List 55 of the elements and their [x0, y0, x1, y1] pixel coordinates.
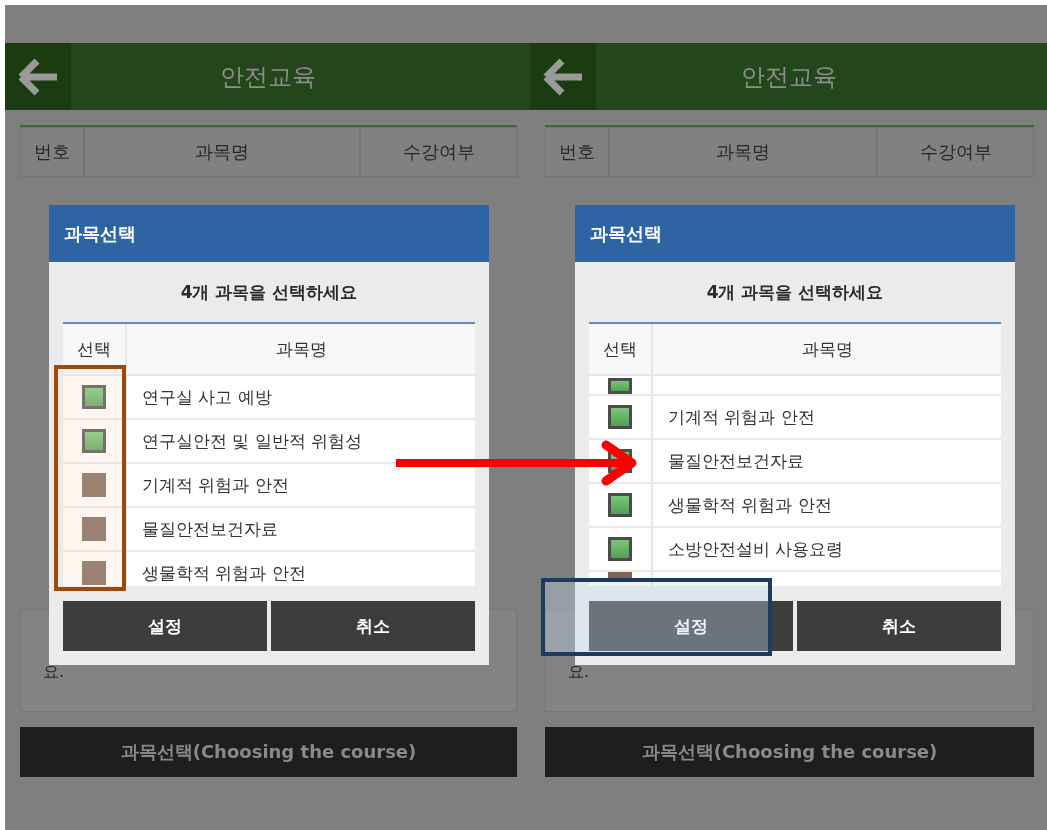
- column-header: 수강여부: [360, 127, 517, 177]
- course-name: 연구실 사고 예방: [141, 385, 273, 409]
- header-title: 안전교육: [739, 61, 838, 93]
- checkbox[interactable]: [608, 378, 632, 394]
- back-button[interactable]: [5, 43, 71, 110]
- confirm-button[interactable]: 설정: [589, 601, 793, 651]
- cancel-button[interactable]: 취소: [797, 601, 1001, 651]
- dialog-title: 과목선택: [575, 205, 1015, 262]
- checkbox[interactable]: [82, 429, 106, 453]
- dialog-instruction: 4개 과목을 선택하세요: [705, 280, 885, 304]
- course-row[interactable]: 기계적 위험과 안전: [63, 464, 475, 506]
- choose-course-button[interactable]: 과목선택(Choosing the course): [545, 727, 1034, 777]
- course-name: 기계적 위험과 안전: [667, 405, 816, 429]
- dialog-instruction: 4개 과목을 선택하세요: [179, 280, 359, 304]
- course-row[interactable]: 생물학적 위험과 안전: [63, 552, 475, 586]
- back-arrow-icon: [542, 56, 584, 97]
- course-name: 물질안전보건자료: [141, 517, 279, 541]
- course-name: 기계적 위험과 안전: [141, 473, 290, 497]
- course-row[interactable]: 연구실 사고 예방: [63, 376, 475, 418]
- column-header: 수강여부: [877, 127, 1034, 177]
- notice-text: 요.: [568, 662, 590, 681]
- header-title: 안전교육: [218, 61, 317, 93]
- cancel-button[interactable]: 취소: [271, 601, 475, 651]
- checkbox[interactable]: [82, 517, 106, 541]
- checkbox[interactable]: [608, 537, 632, 561]
- course-row[interactable]: 연구실안전 및 일반적 위험성: [63, 420, 475, 462]
- course-row[interactable]: 생물학적 위험과 안전: [589, 484, 1001, 526]
- checkbox[interactable]: [82, 561, 106, 585]
- column-header: 과목명: [800, 337, 854, 361]
- course-row[interactable]: 기계적 위험과 안전: [589, 396, 1001, 438]
- course-name: 생물학적 위험과 안전: [667, 493, 833, 517]
- back-button[interactable]: [530, 43, 596, 110]
- checkbox[interactable]: [82, 385, 106, 409]
- column-header: 번호: [545, 127, 609, 177]
- course-row[interactable]: [589, 376, 1001, 394]
- course-name: 소방안전설비 사용요령: [667, 537, 845, 561]
- column-header: 과목명: [274, 337, 328, 361]
- course-name: 생물학적 위험과 안전: [141, 561, 307, 585]
- course-row[interactable]: 소방안전설비 사용요령: [589, 528, 1001, 570]
- back-arrow-icon: [17, 56, 59, 97]
- column-header: 과목명: [84, 127, 360, 177]
- checkbox[interactable]: [608, 493, 632, 517]
- checkbox[interactable]: [608, 405, 632, 429]
- course-name: 연구실안전 및 일반적 위험성: [141, 429, 364, 453]
- notice-text: 요.: [43, 662, 65, 681]
- course-row[interactable]: 물질안전보건자료: [589, 440, 1001, 482]
- course-row[interactable]: 물질안전보건자료: [63, 508, 475, 550]
- column-header: 번호: [20, 127, 84, 177]
- dialog-title: 과목선택: [49, 205, 489, 262]
- column-header: 과목명: [609, 127, 877, 177]
- checkbox[interactable]: [82, 473, 106, 497]
- confirm-button[interactable]: 설정: [63, 601, 267, 651]
- course-row[interactable]: [589, 572, 1001, 586]
- course-name: 물질안전보건자료: [667, 449, 805, 473]
- choose-course-button[interactable]: 과목선택(Choosing the course): [20, 727, 517, 777]
